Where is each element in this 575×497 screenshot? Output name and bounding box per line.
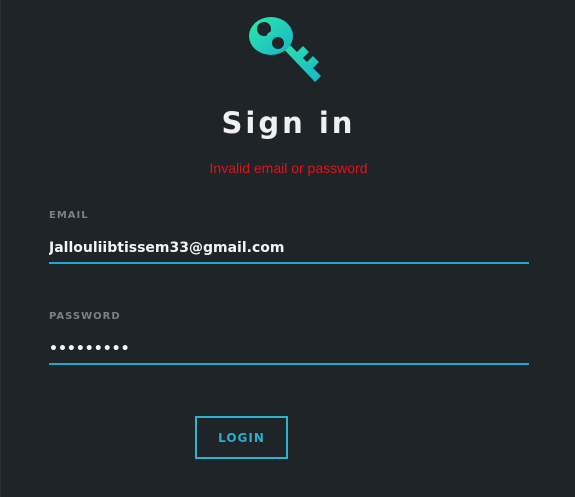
page-title: Sign in	[221, 106, 356, 140]
password-label: PASSWORD	[49, 311, 121, 322]
login-button[interactable]: LOGIN	[195, 416, 288, 459]
password-field[interactable]	[49, 335, 529, 365]
login-page: Sign in Invalid email or password EMAIL …	[0, 0, 575, 497]
key-icon	[249, 17, 321, 82]
error-message: Invalid email or password	[209, 160, 368, 176]
email-field[interactable]	[49, 234, 529, 264]
email-label: EMAIL	[49, 210, 89, 221]
